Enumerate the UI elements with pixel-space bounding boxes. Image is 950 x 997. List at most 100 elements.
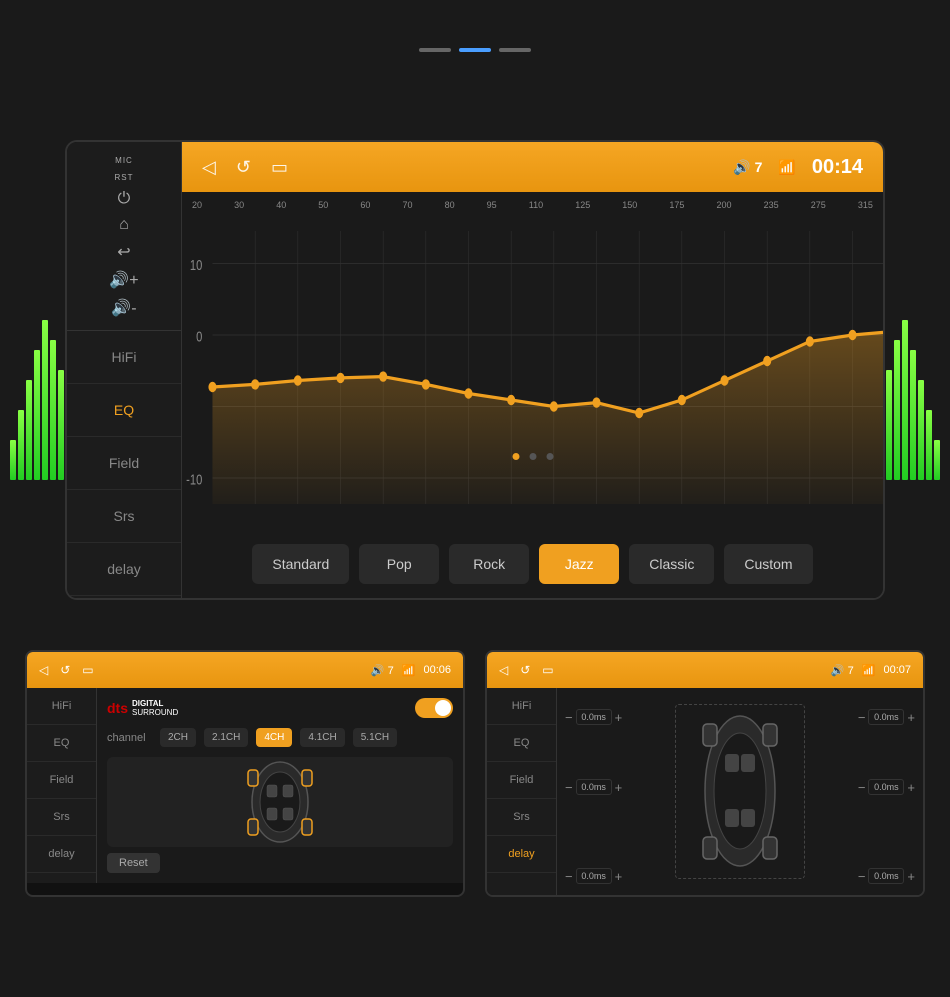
power-icon[interactable]: ⏻ [118,190,131,208]
delay-mid-right: − 0.0ms + [858,779,915,795]
delay-bl-value: 0.0ms [576,868,612,884]
delay-top-right: − 0.0ms + [858,709,915,725]
delay-sidebar: HiFi EQ Field Srs delay [487,688,557,895]
eq-svg: 10 0 -10 [182,192,883,530]
dot-2[interactable] [529,453,536,460]
preset-rock[interactable]: Rock [449,544,529,584]
dot-3[interactable] [546,453,553,460]
delay-tr-minus[interactable]: − [858,710,866,725]
vol-up-icon[interactable]: 🔊+ [109,270,138,290]
delay-tr-plus[interactable]: + [907,710,915,725]
dts-brand: dts [107,700,128,716]
time-display: 00:14 [812,156,863,179]
delay-panel: ◁ ↺ ▭ 🔊 7 📶 00:07 HiFi EQ Field Srs dela… [485,650,925,897]
preset-jazz[interactable]: Jazz [539,544,619,584]
delay-car-svg [685,709,795,874]
signal-indicator: 📶 [778,159,795,176]
delay-bot-right: − 0.0ms + [858,868,915,884]
indicator-2[interactable] [459,48,491,52]
dot-1[interactable] [512,453,519,460]
dts-nav-field[interactable]: Field [27,762,96,799]
delay-mr-plus[interactable]: + [907,780,915,795]
delay-header-left: ◁ ↺ ▭ [499,663,554,677]
dts-nav-delay[interactable]: delay [27,836,96,873]
delay-time: 00:07 [883,664,911,676]
main-content: ◁ ↺ ▭ 🔊 7 📶 00:14 20 30 40 50 60 70 80 9… [182,142,883,598]
delay-bl-minus[interactable]: − [565,869,573,884]
back-icon[interactable]: ↩ [117,242,130,262]
indicator-1[interactable] [419,48,451,52]
nav-srs[interactable]: Srs [67,490,181,543]
delay-back-btn[interactable]: ◁ [499,663,508,677]
delay-top-left: − 0.0ms + [565,709,622,725]
header-left: ◁ ↺ ▭ [202,157,288,178]
delay-refresh-btn[interactable]: ↺ [520,663,530,677]
screen-button[interactable]: ▭ [271,157,288,178]
dts-panel-header: ◁ ↺ ▭ 🔊 7 📶 00:06 [27,652,463,688]
ch-21ch[interactable]: 2.1CH [204,728,248,747]
dts-screen-btn[interactable]: ▭ [82,663,93,677]
main-sidebar: MIC RST ⏻ ⌂ ↩ 🔊+ 🔊- HiFi EQ Field Srs de… [67,142,182,598]
vol-down-icon[interactable]: 🔊- [111,298,136,318]
dts-header-row: dts DIGITAL SURROUND [107,698,453,718]
delay-nav-hifi[interactable]: HiFi [487,688,556,725]
dts-panel: ◁ ↺ ▭ 🔊 7 📶 00:06 HiFi EQ Field Srs dela… [25,650,465,897]
main-nav: HiFi EQ Field Srs delay [67,331,181,598]
nav-field[interactable]: Field [67,437,181,490]
home-icon[interactable]: ⌂ [119,216,129,234]
preset-classic[interactable]: Classic [629,544,714,584]
delay-ml-plus[interactable]: + [615,780,623,795]
ch-41ch[interactable]: 4.1CH [300,728,344,747]
preset-standard[interactable]: Standard [252,544,349,584]
delay-ml-minus[interactable]: − [565,780,573,795]
dts-volume: 🔊 7 [371,664,394,677]
ch-2ch[interactable]: 2CH [160,728,196,747]
delay-tl-plus[interactable]: + [615,710,623,725]
dts-nav-srs[interactable]: Srs [27,799,96,836]
header-right: 🔊 7 📶 00:14 [733,156,863,179]
dts-sidebar: HiFi EQ Field Srs delay [27,688,97,883]
delay-bl-plus[interactable]: + [615,869,623,884]
delay-br-minus[interactable]: − [858,869,866,884]
volume-indicator: 🔊 7 [733,159,762,176]
dts-nav-hifi[interactable]: HiFi [27,688,96,725]
eq-page-dots [512,453,553,460]
preset-pop[interactable]: Pop [359,544,439,584]
delay-tl-minus[interactable]: − [565,710,573,725]
delay-layout: − 0.0ms + − 0.0ms + − 0.0ms + [563,694,917,889]
dts-toggle[interactable] [415,698,453,718]
delay-screen-btn[interactable]: ▭ [542,663,553,677]
delay-nav-srs[interactable]: Srs [487,799,556,836]
delay-mr-value: 0.0ms [868,779,904,795]
preset-custom[interactable]: Custom [724,544,812,584]
nav-hifi[interactable]: HiFi [67,331,181,384]
delay-br-plus[interactable]: + [907,869,915,884]
dts-refresh-btn[interactable]: ↺ [60,663,70,677]
ch-51ch[interactable]: 5.1CH [353,728,397,747]
dts-signal: 📶 [402,664,416,677]
delay-car-border [675,704,805,879]
delay-nav-field[interactable]: Field [487,762,556,799]
nav-eq[interactable]: EQ [67,384,181,437]
nav-delay[interactable]: delay [67,543,181,596]
preset-buttons: Standard Pop Rock Jazz Classic Custom [182,530,883,598]
delay-nav-eq[interactable]: EQ [487,725,556,762]
delay-tr-value: 0.0ms [868,709,904,725]
dts-nav-eq[interactable]: EQ [27,725,96,762]
ch-4ch[interactable]: 4CH [256,728,292,747]
delay-signal: 📶 [862,664,876,677]
back-button[interactable]: ◁ [202,157,216,178]
refresh-button[interactable]: ↺ [236,157,251,178]
dts-subtitle: DIGITAL SURROUND [132,699,178,717]
delay-mid-left: − 0.0ms + [565,779,622,795]
dts-back-btn[interactable]: ◁ [39,663,48,677]
indicator-3[interactable] [499,48,531,52]
dts-header-left: ◁ ↺ ▭ [39,663,94,677]
delay-header-right: 🔊 7 📶 00:07 [831,664,911,677]
eq-chart-area: 20 30 40 50 60 70 80 95 110 125 150 175 … [182,192,883,530]
delay-mr-minus[interactable]: − [858,780,866,795]
dts-main: dts DIGITAL SURROUND channel 2CH 2.1CH 4… [97,688,463,883]
delay-bot-left: − 0.0ms + [565,868,622,884]
delay-nav-delay[interactable]: delay [487,836,556,873]
reset-button[interactable]: Reset [107,853,160,873]
